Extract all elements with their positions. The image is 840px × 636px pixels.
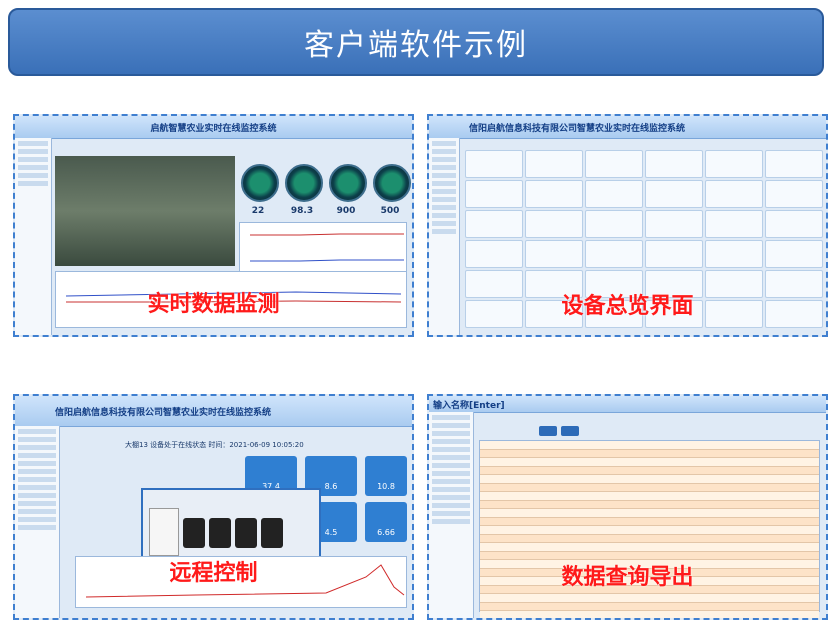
status-line: 大棚13 设备处于在线状态 时间：2021-06-09 10:05:20 bbox=[125, 441, 304, 449]
gauge-value: 500 bbox=[380, 206, 400, 216]
camera-feed bbox=[55, 156, 235, 266]
table-row[interactable] bbox=[480, 449, 819, 458]
window-title: 启航智慧农业实时在线监控系统 bbox=[150, 123, 277, 134]
table-row[interactable] bbox=[480, 441, 819, 450]
device-card[interactable] bbox=[645, 210, 703, 238]
window-title: 信阳启航信息科技有限公司智慧农业实时在线监控系统 bbox=[469, 123, 686, 134]
gauge-value: 22 bbox=[251, 206, 265, 216]
screenshot-realtime-monitoring: 启航智慧农业实时在线监控系统 22 98.3 900 500 实时数据监测 bbox=[13, 114, 414, 337]
device-card[interactable] bbox=[585, 150, 643, 178]
table-row[interactable] bbox=[480, 500, 819, 509]
table-row[interactable] bbox=[480, 594, 819, 603]
table-row[interactable] bbox=[480, 611, 819, 618]
device-card[interactable] bbox=[705, 150, 763, 178]
device-card[interactable] bbox=[525, 240, 583, 268]
panel-caption: 数据查询导出 bbox=[561, 564, 694, 590]
table-row[interactable] bbox=[480, 492, 819, 501]
table-row[interactable] bbox=[480, 475, 819, 484]
device-card[interactable] bbox=[645, 150, 703, 178]
gauge-light bbox=[329, 164, 367, 202]
device-card[interactable] bbox=[525, 180, 583, 208]
table-row[interactable] bbox=[480, 534, 819, 543]
panel-caption: 实时数据监测 bbox=[147, 290, 280, 317]
table-row[interactable] bbox=[480, 517, 819, 526]
device-card[interactable] bbox=[645, 180, 703, 208]
device-card[interactable] bbox=[705, 210, 763, 238]
screenshot-remote-control: 信阳启航信息科技有限公司智慧农业实时在线监控系统 大棚13 设备处于在线状态 时… bbox=[13, 394, 414, 620]
device-card[interactable] bbox=[465, 240, 523, 268]
device-card[interactable] bbox=[525, 150, 583, 178]
table-row[interactable] bbox=[480, 526, 819, 535]
window-title: 输入名称[Enter] bbox=[433, 400, 505, 411]
table-row[interactable] bbox=[480, 483, 819, 492]
window-title: 信阳启航信息科技有限公司智慧农业实时在线监控系统 bbox=[55, 407, 272, 418]
export-button[interactable] bbox=[561, 426, 579, 436]
device-card[interactable] bbox=[465, 210, 523, 238]
device-card[interactable] bbox=[585, 240, 643, 268]
device-card[interactable] bbox=[705, 180, 763, 208]
device-card[interactable] bbox=[465, 150, 523, 178]
device-card[interactable] bbox=[705, 240, 763, 268]
gauge-humidity bbox=[285, 164, 323, 202]
gauge-value: 98.3 bbox=[290, 206, 314, 216]
page-banner: 客户端软件示例 bbox=[8, 8, 824, 76]
table-row[interactable] bbox=[480, 543, 819, 552]
screenshot-data-query: 输入名称[Enter] 数据查询导出 bbox=[427, 394, 828, 620]
sidebar-tree bbox=[15, 426, 60, 618]
table-row[interactable] bbox=[480, 620, 819, 621]
device-card[interactable] bbox=[765, 150, 823, 178]
device-card[interactable] bbox=[645, 240, 703, 268]
device-card[interactable] bbox=[585, 180, 643, 208]
table-row[interactable] bbox=[480, 466, 819, 475]
gauge-temperature bbox=[241, 164, 279, 202]
device-card[interactable] bbox=[525, 210, 583, 238]
window-titlebar: 输入名称[Enter] bbox=[429, 396, 826, 413]
panel-caption: 远程控制 bbox=[169, 560, 258, 586]
window-titlebar: 信阳启航信息科技有限公司智慧农业实时在线监控系统 bbox=[429, 116, 826, 139]
device-card[interactable] bbox=[765, 210, 823, 238]
query-button[interactable] bbox=[539, 426, 557, 436]
table-row[interactable] bbox=[480, 509, 819, 518]
panel-caption: 设备总览界面 bbox=[561, 292, 694, 319]
device-card[interactable] bbox=[585, 210, 643, 238]
gauge-co2 bbox=[373, 164, 411, 202]
window-titlebar: 启航智慧农业实时在线监控系统 bbox=[15, 116, 412, 139]
device-card[interactable] bbox=[465, 180, 523, 208]
sensor-tile: 10.8 bbox=[365, 456, 407, 496]
gauge-value: 900 bbox=[336, 206, 356, 216]
device-card[interactable] bbox=[765, 180, 823, 208]
screenshot-device-overview: 信阳启航信息科技有限公司智慧农业实时在线监控系统 设备总览界面 bbox=[427, 114, 828, 337]
banner-title: 客户端软件示例 bbox=[304, 28, 528, 63]
table-row[interactable] bbox=[480, 602, 819, 611]
table-row[interactable] bbox=[480, 458, 819, 467]
sensor-tile: 6.66 bbox=[365, 502, 407, 542]
trend-chart-top bbox=[239, 222, 407, 274]
trend-lines bbox=[250, 233, 404, 262]
window-titlebar: 信阳启航信息科技有限公司智慧农业实时在线监控系统 bbox=[15, 396, 412, 427]
device-card[interactable] bbox=[765, 240, 823, 268]
